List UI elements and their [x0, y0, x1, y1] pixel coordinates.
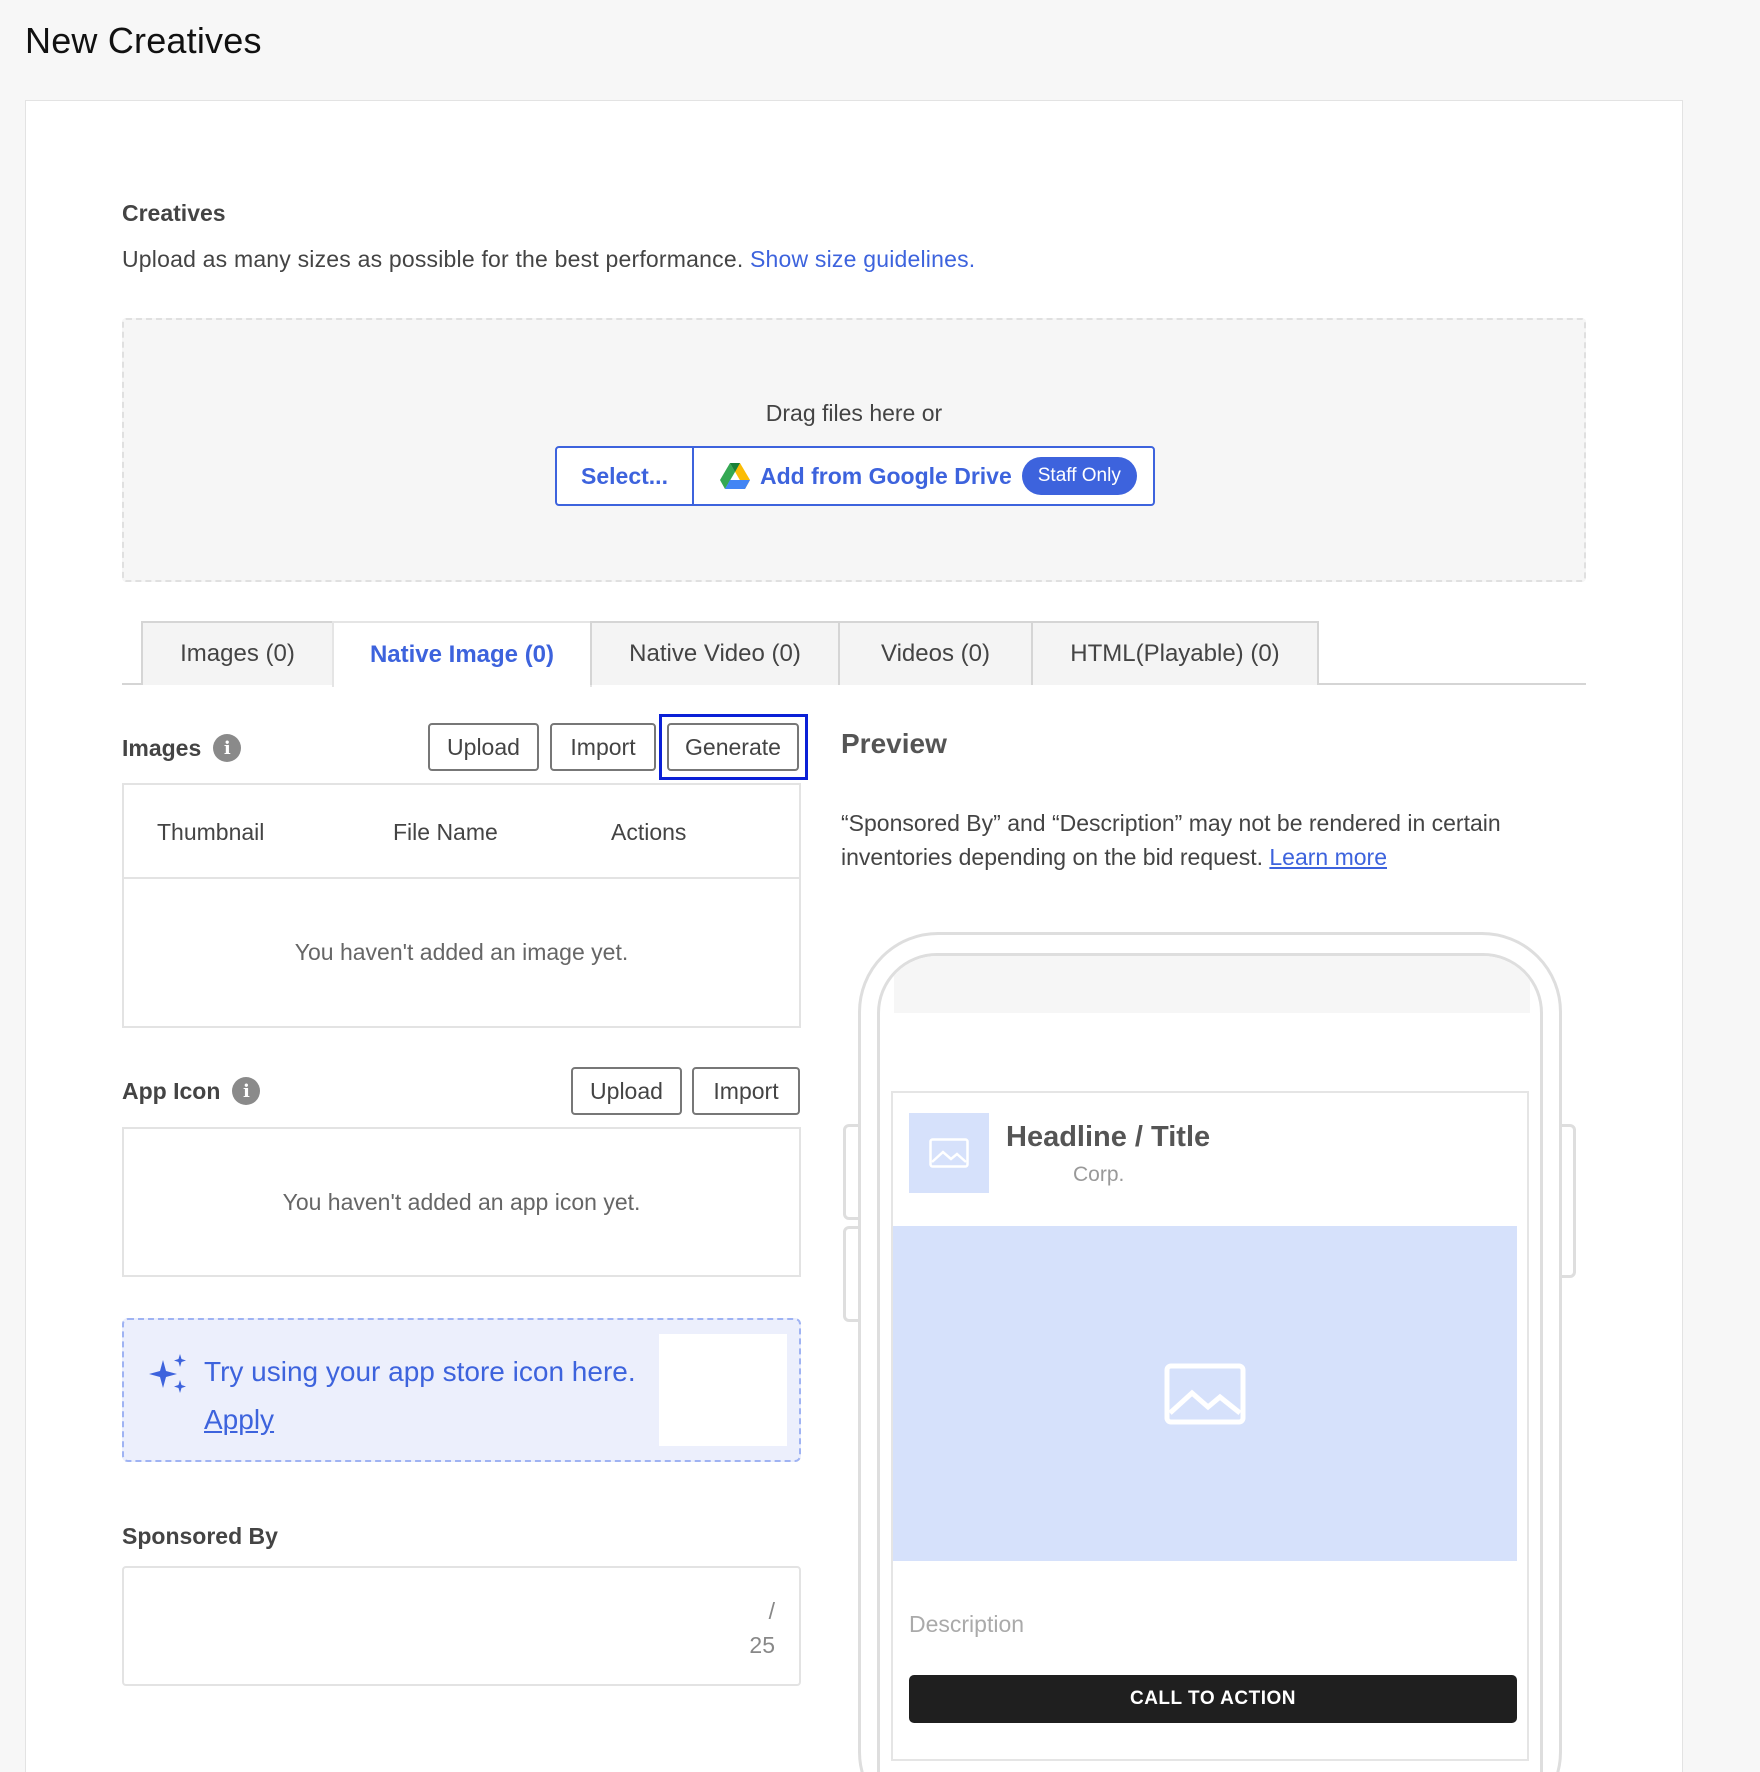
char-counter: / 25	[749, 1594, 775, 1662]
sponsored-by-input[interactable]: / 25	[122, 1566, 801, 1686]
images-label-text: Images	[122, 734, 202, 761]
sparkle-icon	[149, 1354, 186, 1393]
ad-corp: Corp.	[1073, 1163, 1125, 1186]
preview-title: Preview	[841, 728, 947, 759]
creatives-description: Upload as many sizes as possible for the…	[122, 246, 975, 273]
column-actions: Actions	[611, 819, 687, 845]
page-title: New Creatives	[25, 20, 262, 61]
tab-images[interactable]: Images (0)	[141, 621, 334, 685]
generate-button[interactable]: Generate	[667, 723, 799, 771]
preview-note-text: “Sponsored By” and “Description” may not…	[841, 810, 1501, 870]
preview-note: “Sponsored By” and “Description” may not…	[841, 806, 1581, 874]
call-to-action-button[interactable]: CALL TO ACTION	[909, 1675, 1517, 1723]
column-file-name: File Name	[393, 819, 498, 845]
info-icon[interactable]: i	[232, 1077, 261, 1105]
sponsored-by-label: Sponsored By	[122, 1523, 278, 1549]
learn-more-link[interactable]: Learn more	[1269, 844, 1387, 870]
image-icon	[1164, 1363, 1246, 1424]
hint-text: Try using your app store icon here. Appl…	[204, 1348, 636, 1444]
table-header: Thumbnail File Name Actions	[124, 785, 799, 879]
drop-text: Drag files here or	[765, 400, 943, 426]
char-counter-separator: /	[768, 1598, 775, 1624]
app-store-icon-hint: Try using your app store icon here. Appl…	[122, 1318, 801, 1462]
app-icon-label: App Icon i	[122, 1077, 261, 1105]
ad-headline: Headline / Title	[1006, 1121, 1211, 1153]
ad-description: Description	[909, 1611, 1025, 1637]
tab-native-video[interactable]: Native Video (0)	[590, 621, 840, 685]
char-counter-max: 25	[749, 1632, 775, 1658]
native-ad-preview: Headline / Title Corp. Description CALL …	[891, 1091, 1529, 1761]
google-drive-label: Add from Google Drive	[760, 462, 1012, 489]
images-table: Thumbnail File Name Actions You haven't …	[122, 783, 801, 1028]
images-upload-button[interactable]: Upload	[428, 723, 539, 771]
app-icon-dropzone: You haven't added an app icon yet.	[122, 1127, 801, 1277]
creatives-section-title: Creatives	[122, 200, 226, 226]
column-thumbnail: Thumbnail	[157, 819, 265, 845]
info-icon[interactable]: i	[213, 734, 242, 762]
images-empty-message: You haven't added an image yet.	[294, 939, 629, 965]
google-drive-button[interactable]: Add from Google Drive Staff Only	[694, 448, 1153, 504]
ad-main-image-placeholder	[893, 1226, 1517, 1561]
staff-only-badge: Staff Only	[1021, 457, 1137, 495]
hint-message: Try using your app store icon here.	[204, 1356, 636, 1387]
google-drive-icon	[720, 463, 750, 489]
file-dropzone[interactable]: Drag files here or Select... Add from Go…	[122, 318, 1586, 582]
ad-icon-placeholder	[909, 1113, 989, 1193]
images-import-button[interactable]: Import	[550, 723, 656, 771]
app-icon-empty-message: You haven't added an app icon yet.	[282, 1188, 641, 1215]
app-icon-label-text: App Icon	[122, 1077, 221, 1104]
tab-html-playable[interactable]: HTML(Playable) (0)	[1031, 621, 1319, 685]
app-icon-upload-button[interactable]: Upload	[571, 1067, 682, 1115]
apply-link[interactable]: Apply	[204, 1396, 636, 1444]
app-icon-import-button[interactable]: Import	[692, 1067, 800, 1115]
tab-videos[interactable]: Videos (0)	[838, 621, 1033, 685]
images-label: Images i	[122, 734, 242, 762]
size-guidelines-link[interactable]: Show size guidelines.	[750, 246, 975, 272]
image-icon	[929, 1138, 969, 1168]
creatives-description-text: Upload as many sizes as possible for the…	[122, 246, 750, 272]
upload-button-group: Select... Add from Google Drive Staff On…	[555, 446, 1155, 506]
tab-native-image[interactable]: Native Image (0)	[332, 621, 592, 687]
creative-type-tabs: Images (0) Native Image (0) Native Video…	[122, 621, 1586, 687]
app-store-icon-preview	[659, 1334, 787, 1446]
select-files-button[interactable]: Select...	[557, 448, 694, 504]
phone-status-bar	[894, 956, 1530, 1013]
